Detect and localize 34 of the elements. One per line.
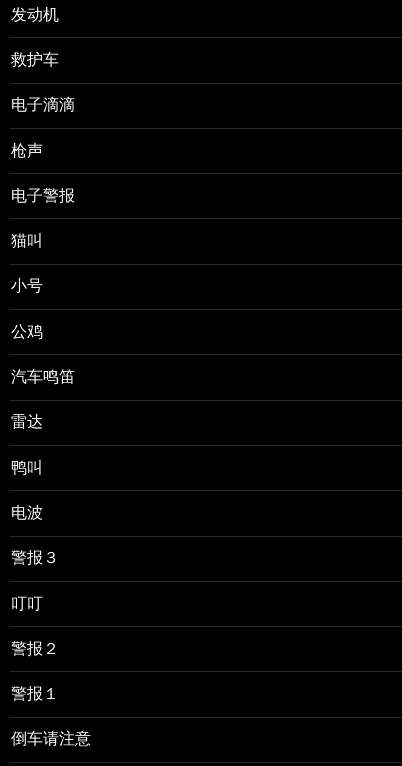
sound-name: 公鸡	[11, 322, 43, 343]
sound-list-item[interactable]: 倒车请注意	[10, 718, 402, 764]
sound-list-item[interactable]: 雷达	[10, 400, 402, 446]
sound-list-item[interactable]: 电波	[10, 491, 402, 537]
sound-list-item[interactable]: 警报２	[10, 627, 402, 672]
sound-name: 枪声	[11, 140, 43, 162]
sound-list-item[interactable]: 电子滴滴	[10, 84, 402, 129]
sound-name: 发动机	[11, 4, 59, 26]
sound-list-item[interactable]: 枪声	[10, 128, 402, 174]
sound-list-item[interactable]: 小号	[10, 264, 402, 310]
sound-list-item[interactable]: 电子警报	[10, 174, 402, 220]
sound-name: 救护车	[11, 50, 59, 71]
sound-name: 警报２	[11, 638, 59, 660]
sound-list-item[interactable]: 汽车鸣笛	[10, 355, 402, 401]
sound-name: 倒车请注意	[11, 729, 91, 750]
sound-name: 雷达	[11, 412, 43, 434]
sound-name: 电波	[11, 502, 43, 524]
sound-list-item[interactable]: 发动机	[10, 0, 402, 38]
sound-name: 猫叫	[11, 231, 43, 252]
sound-name: 小号	[11, 276, 43, 298]
sound-name: 警报３	[11, 548, 59, 570]
sound-list-item[interactable]: 公鸡	[10, 310, 402, 356]
sound-name: 电子警报	[11, 186, 75, 207]
sound-list-item[interactable]: 救护车	[10, 38, 402, 84]
sound-list-item[interactable]: 猫叫	[10, 219, 402, 265]
sound-list-item[interactable]: 警报１	[10, 672, 402, 718]
sound-list-item[interactable]: 叮叮	[10, 582, 402, 628]
sound-list-item[interactable]: 鸭叫	[10, 446, 402, 492]
sound-name: 警报１	[11, 684, 59, 706]
sound-name: 汽车鸣笛	[11, 367, 75, 388]
sound-name: 电子滴滴	[11, 95, 75, 116]
sound-name: 鸭叫	[11, 458, 43, 479]
sound-name: 叮叮	[11, 594, 43, 614]
sound-list-item[interactable]: 警报３	[10, 536, 402, 582]
